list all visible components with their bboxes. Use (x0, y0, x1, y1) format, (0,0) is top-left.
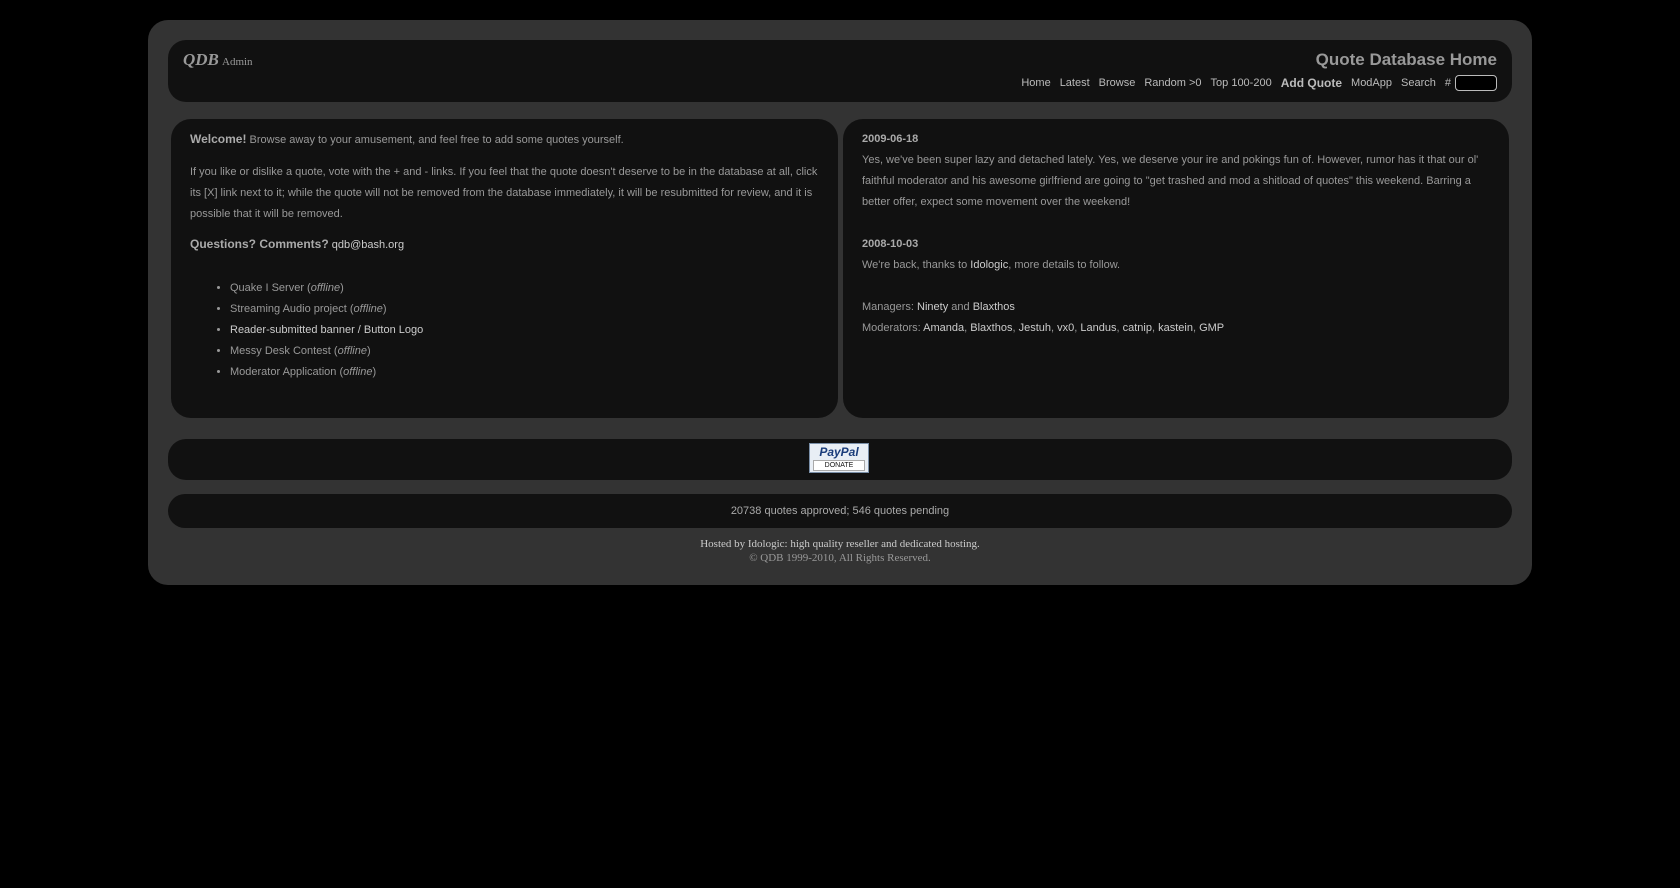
hosting-credit[interactable]: Hosted by Idologic: high quality reselle… (148, 537, 1532, 551)
quote-stats: 20738 quotes approved; 546 quotes pendin… (730, 505, 950, 517)
list-item: Reader-submitted banner / Button Logo (230, 320, 819, 341)
list-item: Messy Desk Contest (offline) (230, 341, 819, 362)
moderator-link[interactable]: catnip (1123, 322, 1152, 334)
quote-number-input[interactable] (1455, 75, 1497, 91)
page-title: Quote Database Home (1315, 50, 1497, 69)
moderator-link[interactable]: Landus (1080, 322, 1116, 334)
moderators-label: Moderators: (862, 322, 921, 334)
news-panel: 2009-06-18 Yes, we've been super lazy an… (843, 119, 1509, 418)
paypal-donate-button[interactable]: PayPal DONATE (809, 443, 869, 473)
moderator-application-link[interactable]: Moderator Application ( (230, 366, 343, 378)
donate-bar: PayPal DONATE (168, 439, 1512, 480)
welcome-panel: Welcome! Browse away to your amusement, … (171, 119, 838, 418)
vote-instructions: If you like or dislike a quote, vote wit… (190, 166, 818, 220)
news-body: Yes, we've been super lazy and detached … (862, 154, 1479, 208)
moderator-link[interactable]: Blaxthos (970, 322, 1012, 334)
nav-top[interactable]: Top 100-200 (1211, 77, 1272, 89)
list-item: Quake I Server (offline) (230, 278, 819, 299)
messy-desk-link[interactable]: Messy Desk Contest ( (230, 345, 338, 357)
managers-line: Managers: Ninety and Blaxthos (862, 297, 1490, 318)
admin-link[interactable]: Admin (222, 56, 253, 68)
quote-number-label: # (1444, 77, 1451, 89)
donate-label: DONATE (813, 460, 865, 471)
list-item: Streaming Audio project (offline) (230, 299, 819, 320)
moderator-link[interactable]: Jestuh (1019, 322, 1051, 334)
header-bar: QDB Admin Quote Database Home Home Lates… (168, 40, 1512, 102)
moderator-link[interactable]: vx0 (1057, 322, 1074, 334)
paren: ) (382, 303, 387, 315)
site-logo[interactable]: QDB (183, 50, 219, 70)
paypal-logo: PayPal (819, 445, 859, 459)
news-date: 2009-06-18 (862, 133, 919, 145)
moderator-link[interactable]: GMP (1199, 322, 1224, 334)
news-text: We're back, thanks to (862, 259, 971, 271)
moderators-line: Moderators: Amanda, Blaxthos, Jestuh, vx… (862, 322, 1225, 334)
offline-tag: offline (337, 345, 367, 357)
welcome-paragraph: Welcome! Browse away to your amusement, … (190, 129, 819, 151)
manager-link[interactable]: Ninety (917, 301, 948, 313)
manager-link[interactable]: Blaxthos (973, 301, 1015, 313)
nav-modapp[interactable]: ModApp (1351, 77, 1392, 89)
paren: ) (372, 366, 377, 378)
paren: ) (340, 282, 344, 294)
banner-logo-link[interactable]: Reader-submitted banner / Button Logo (230, 324, 423, 336)
page-frame: QDB Admin Quote Database Home Home Lates… (148, 20, 1532, 585)
moderator-link[interactable]: Amanda (923, 322, 964, 334)
quote-stats-bar: 20738 quotes approved; 546 quotes pendin… (168, 494, 1512, 528)
idologic-link[interactable]: Idologic (970, 259, 1008, 271)
nav-browse[interactable]: Browse (1099, 77, 1136, 89)
offline-tag: offline (343, 366, 373, 378)
nav-latest[interactable]: Latest (1060, 77, 1090, 89)
paren: ) (366, 345, 371, 357)
nav-search[interactable]: Search (1401, 77, 1436, 89)
news-date: 2008-10-03 (862, 238, 919, 250)
moderator-link[interactable]: kastein (1158, 322, 1193, 334)
nav-home[interactable]: Home (1021, 77, 1050, 89)
offline-tag: offline (353, 303, 383, 315)
quake-server-link[interactable]: Quake I Server ( (230, 282, 311, 294)
contact-paragraph: Questions? Comments? qdb@bash.org (190, 234, 819, 256)
news-body: We're back, thanks to Idologic, more det… (862, 255, 1490, 276)
news-text: , more details to follow. (1008, 259, 1121, 271)
footer: Hosted by Idologic: high quality reselle… (148, 537, 1532, 565)
offline-tag: offline (310, 282, 341, 294)
nav-random[interactable]: Random >0 (1144, 77, 1201, 89)
copyright: © QDB 1999-2010, All Rights Reserved. (749, 552, 931, 564)
streaming-audio-link[interactable]: Streaming Audio project ( (230, 303, 354, 315)
project-links: Quake I Server (offline) Streaming Audio… (190, 278, 819, 383)
and-separator: and (951, 301, 970, 313)
main-nav: Home Latest Browse Random >0 Top 100-200… (1012, 75, 1497, 91)
list-item: Moderator Application (offline) (230, 362, 819, 383)
nav-add-quote[interactable]: Add Quote (1281, 76, 1342, 90)
managers-label: Managers: (862, 301, 914, 313)
contact-email-link[interactable]: qdb@bash.org (332, 239, 404, 251)
questions-label: Questions? Comments? (190, 237, 329, 251)
welcome-intro: Browse away to your amusement, and feel … (246, 134, 624, 146)
welcome-heading: Welcome! (190, 132, 247, 146)
